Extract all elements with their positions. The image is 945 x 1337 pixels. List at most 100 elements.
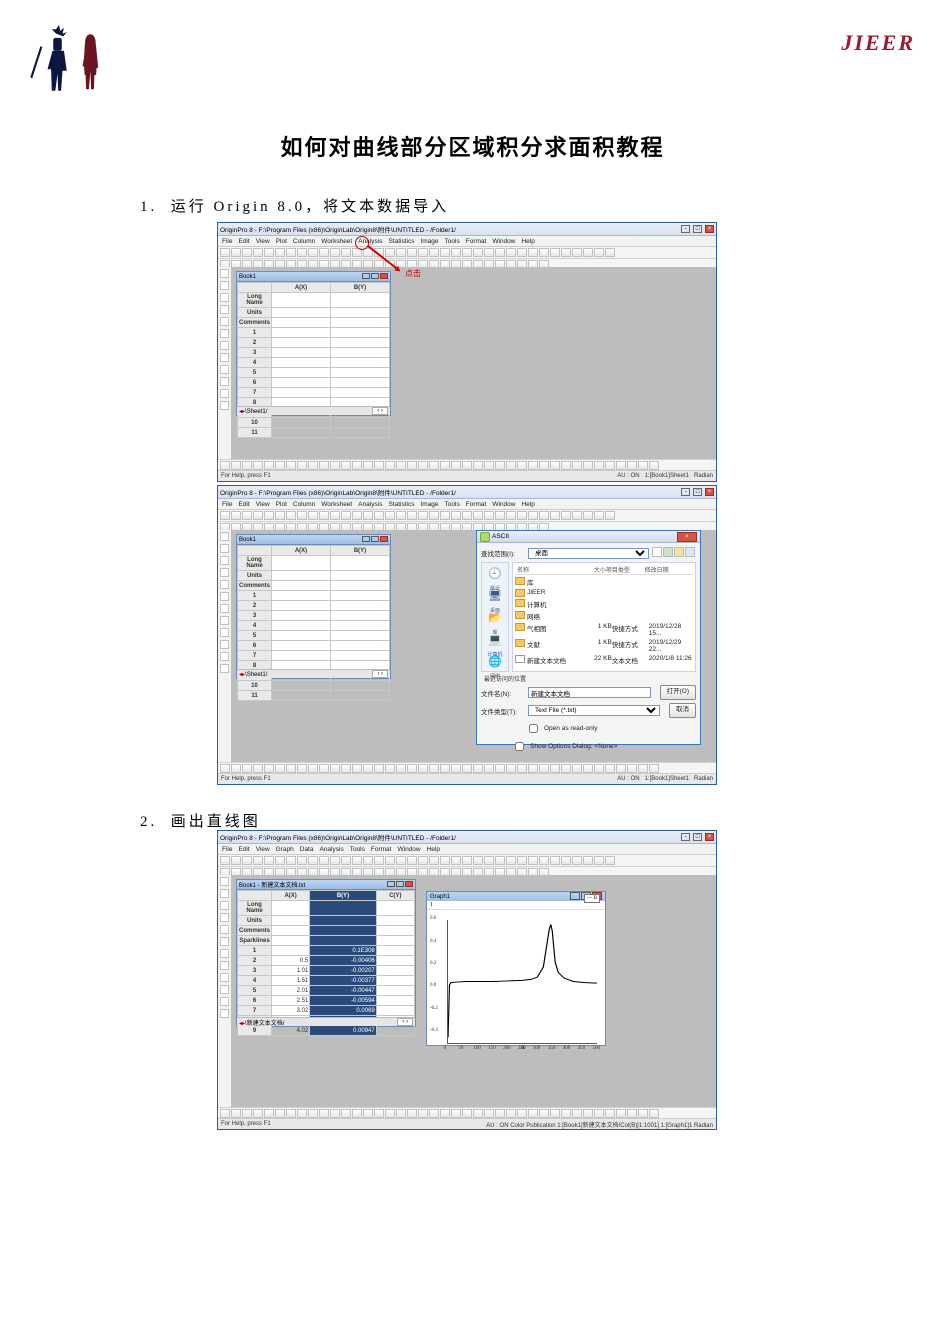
toolbar-button[interactable] (473, 511, 483, 520)
toolbar-button[interactable] (363, 461, 373, 470)
side-tool[interactable] (220, 317, 229, 326)
cell[interactable]: -0.00207 (310, 966, 377, 976)
toolbar-button[interactable] (242, 248, 252, 257)
close-button[interactable]: × (705, 225, 714, 233)
toolbar-button[interactable] (517, 1109, 527, 1118)
toolbar-button[interactable] (528, 511, 538, 520)
toolbar-button[interactable] (352, 461, 362, 470)
toolbar-button[interactable] (583, 1109, 593, 1118)
cell[interactable] (331, 358, 390, 368)
toolbar-button[interactable] (220, 248, 230, 257)
toolbar-button[interactable] (308, 461, 318, 470)
toolbar-button[interactable] (605, 511, 615, 520)
side-tool[interactable] (220, 544, 229, 553)
toolbar-button[interactable] (286, 248, 296, 257)
toolbar-button[interactable] (473, 248, 483, 257)
cell[interactable]: 3.02 (272, 1006, 310, 1016)
toolbar-button[interactable] (231, 764, 241, 773)
toolbar-button[interactable] (385, 461, 395, 470)
toolbar-button[interactable] (396, 248, 406, 257)
cell[interactable] (331, 691, 390, 701)
ws-close[interactable] (405, 881, 413, 887)
toolbar-button[interactable] (605, 248, 615, 257)
menu-analysis[interactable]: Analysis (319, 846, 343, 853)
toolbar-button[interactable] (352, 1109, 362, 1118)
toolbar-button[interactable] (484, 511, 494, 520)
toolbar-button[interactable] (594, 511, 604, 520)
side-tool[interactable] (220, 973, 229, 982)
toolbar-button[interactable] (517, 461, 527, 470)
menu-format[interactable]: Format (371, 846, 392, 853)
toolbar-button[interactable] (605, 1109, 615, 1118)
toolbar-button[interactable] (319, 461, 329, 470)
toolbar-button[interactable] (407, 248, 417, 257)
sheet-tab[interactable]: Sheet1 (247, 409, 266, 415)
side-tool[interactable] (220, 628, 229, 637)
toolbar-button[interactable] (451, 764, 461, 773)
toolbar-button[interactable] (374, 764, 384, 773)
toolbar-button[interactable] (242, 1109, 252, 1118)
toolbar-button[interactable] (594, 461, 604, 470)
cell[interactable]: -0.00594 (310, 996, 377, 1006)
cancel-button[interactable]: 取消 (669, 703, 696, 718)
toolbar-button[interactable] (231, 248, 241, 257)
toolbar-button[interactable] (220, 856, 230, 865)
toolbar-button[interactable] (330, 248, 340, 257)
toolbar-button[interactable] (616, 1109, 626, 1118)
cell[interactable] (331, 418, 390, 428)
toolbar-button[interactable] (297, 764, 307, 773)
toolbar-button[interactable] (308, 511, 318, 520)
cell[interactable]: 0.1E308 (310, 946, 377, 956)
toolbar-button[interactable] (264, 248, 274, 257)
cell[interactable] (376, 996, 414, 1006)
toolbar-button[interactable] (528, 1109, 538, 1118)
toolbar-button[interactable] (341, 248, 351, 257)
side-tool[interactable] (220, 353, 229, 362)
cell[interactable]: 0.5 (272, 956, 310, 966)
places-网络[interactable]: 🌐网络 (486, 655, 504, 673)
toolbar-button[interactable] (308, 764, 318, 773)
filename-input[interactable] (528, 687, 651, 698)
toolbar-button[interactable] (418, 764, 428, 773)
toolbar-button[interactable] (429, 1109, 439, 1118)
file-item[interactable]: 库 (515, 577, 693, 587)
toolbar-button[interactable] (253, 764, 263, 773)
toolbar-button[interactable] (594, 248, 604, 257)
toolbar-button[interactable] (275, 1109, 285, 1118)
toolbar-button[interactable] (638, 1109, 648, 1118)
toolbar-button[interactable] (297, 511, 307, 520)
menu-file[interactable]: File (222, 238, 232, 245)
cell[interactable] (331, 388, 390, 398)
toolbar-button[interactable] (319, 1109, 329, 1118)
cell[interactable]: -0.00377 (310, 976, 377, 986)
menu-plot[interactable]: Plot (276, 238, 287, 245)
toolbar-button[interactable] (605, 764, 615, 773)
cell[interactable] (331, 591, 390, 601)
cell[interactable]: 2.51 (272, 996, 310, 1006)
file-item[interactable]: 气相图1 KB快捷方式2019/12/28 15... (515, 623, 693, 637)
toolbar-button[interactable] (242, 511, 252, 520)
toolbar-button[interactable] (330, 1109, 340, 1118)
scroll-tab[interactable]: ‹ › (372, 407, 388, 415)
file-item[interactable]: 文献1 KB快捷方式2019/12/29 22... (515, 639, 693, 653)
toolbar-button[interactable] (253, 461, 263, 470)
toolbar-button[interactable] (473, 1109, 483, 1118)
side-tool[interactable] (220, 532, 229, 541)
toolbar-button[interactable] (539, 461, 549, 470)
toolbar-button[interactable] (374, 511, 384, 520)
filetype-select[interactable]: Text File (*.txt) (528, 705, 660, 716)
toolbar-button[interactable] (627, 764, 637, 773)
toolbar-button[interactable] (495, 248, 505, 257)
toolbar-button[interactable] (550, 1109, 560, 1118)
toolbar-button[interactable] (341, 764, 351, 773)
side-tool[interactable] (220, 580, 229, 589)
graph-layer-button[interactable]: 1 (427, 901, 605, 910)
toolbar-button[interactable] (374, 461, 384, 470)
cell[interactable] (331, 338, 390, 348)
side-tool[interactable] (220, 961, 229, 970)
toolbar-button[interactable] (264, 511, 274, 520)
menu-worksheet[interactable]: Worksheet (321, 501, 352, 508)
ws-min[interactable] (362, 536, 370, 542)
toolbar-button[interactable] (539, 764, 549, 773)
places-最近[interactable]: 🕘最近 (486, 567, 504, 585)
